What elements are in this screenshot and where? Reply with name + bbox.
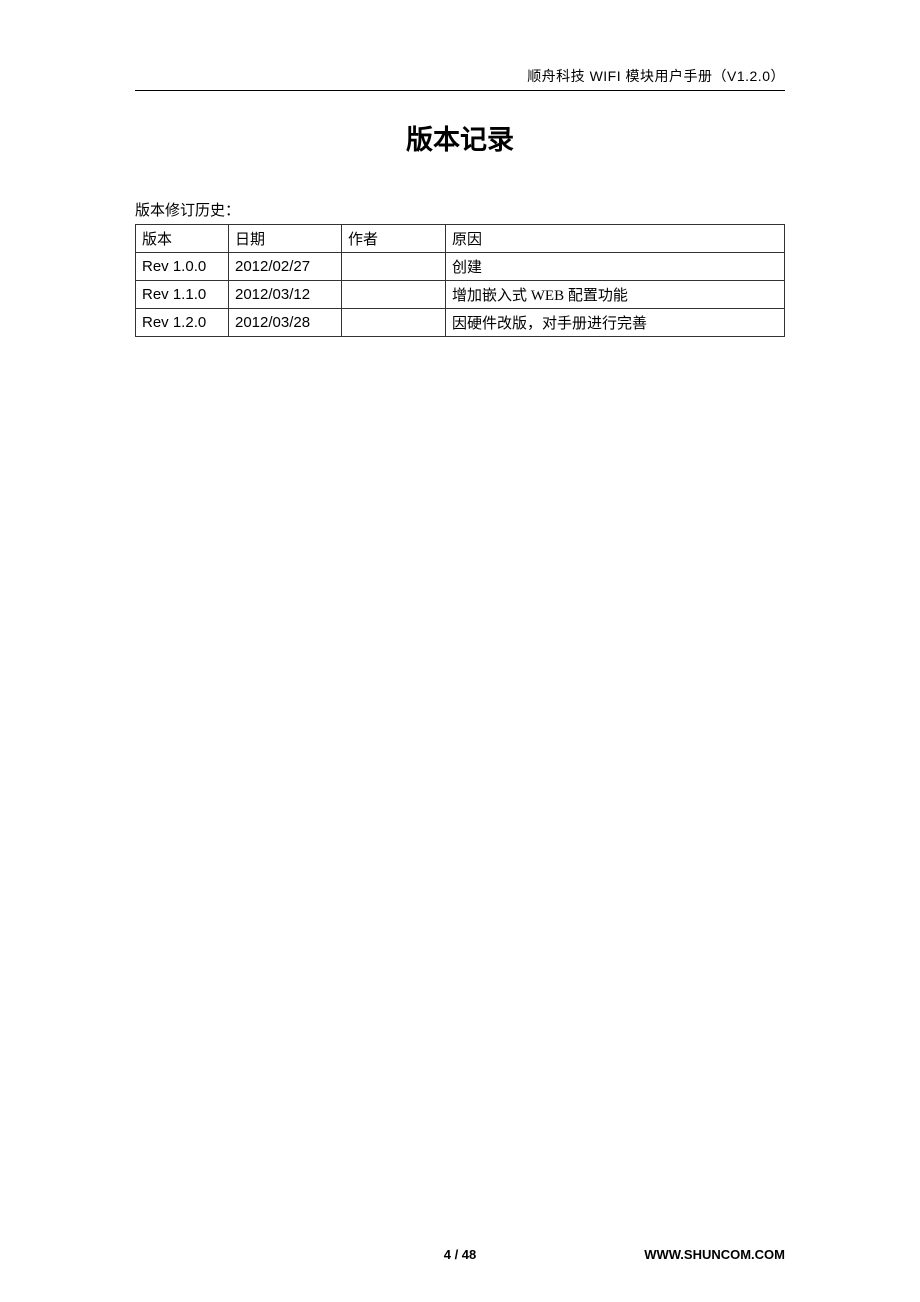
table-row: Rev 1.2.0 2012/03/28 因硬件改版，对手册进行完善 [136,309,785,337]
revision-history-label: 版本修订历史： [135,199,785,220]
table-header-row: 版本 日期 作者 原因 [136,225,785,253]
page: 顺舟科技 WIFI 模块用户手册（V1.2.0） 版本记录 版本修订历史： 版本… [0,0,920,1302]
table-row: Rev 1.1.0 2012/03/12 增加嵌入式 WEB 配置功能 [136,281,785,309]
cell-author [342,253,446,281]
cell-version: Rev 1.2.0 [136,309,229,337]
cell-version: Rev 1.0.0 [136,253,229,281]
col-author: 作者 [342,225,446,253]
page-title: 版本记录 [135,118,785,157]
col-reason: 原因 [446,225,785,253]
cell-date: 2012/02/27 [229,253,342,281]
header-rule [135,90,785,91]
page-number: 4 / 48 [444,1247,477,1262]
col-date: 日期 [229,225,342,253]
col-version: 版本 [136,225,229,253]
cell-version: Rev 1.1.0 [136,281,229,309]
cell-reason: 创建 [446,253,785,281]
cell-date: 2012/03/28 [229,309,342,337]
cell-reason: 增加嵌入式 WEB 配置功能 [446,281,785,309]
revision-table: 版本 日期 作者 原因 Rev 1.0.0 2012/02/27 创建 Rev … [135,224,785,337]
header-text: 顺舟科技 WIFI 模块用户手册（V1.2.0） [527,66,785,86]
table-row: Rev 1.0.0 2012/02/27 创建 [136,253,785,281]
footer-url: WWW.SHUNCOM.COM [644,1247,785,1262]
cell-author [342,309,446,337]
cell-date: 2012/03/12 [229,281,342,309]
cell-author [342,281,446,309]
cell-reason: 因硬件改版，对手册进行完善 [446,309,785,337]
